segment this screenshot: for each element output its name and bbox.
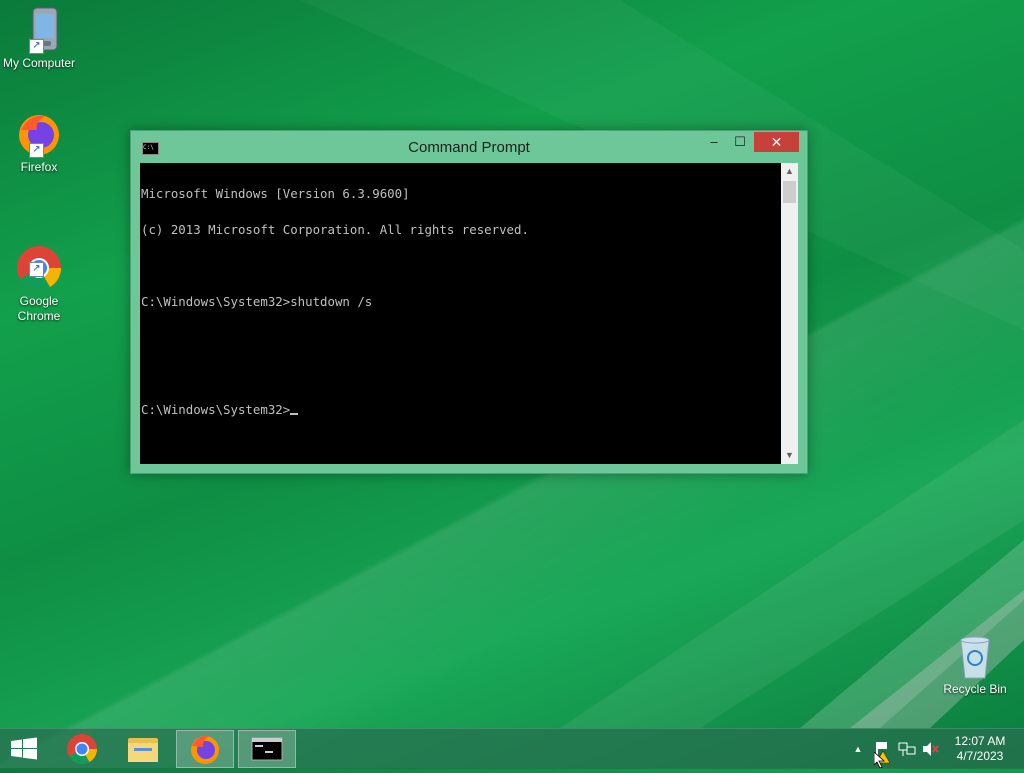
desktop-icon-my-computer[interactable]: ↗ My Computer: [0, 6, 78, 71]
minimize-button[interactable]: –: [701, 132, 727, 152]
shortcut-arrow-icon: ↗: [29, 143, 44, 158]
console-line: C:\Windows\System32>shutdown /s: [141, 294, 373, 309]
desktop-icon-label: My Computer: [2, 56, 76, 70]
desktop-icon-recycle-bin[interactable]: Recycle Bin: [936, 632, 1014, 697]
volume-muted-icon[interactable]: [920, 729, 940, 769]
taskbar-firefox[interactable]: [176, 730, 234, 768]
console-prompt: C:\Windows\System32>: [141, 402, 291, 417]
scroll-down-button[interactable]: ▼: [781, 447, 798, 464]
start-button[interactable]: [0, 730, 48, 768]
taskbar-file-explorer[interactable]: [114, 730, 172, 768]
chrome-icon: ↗: [15, 229, 63, 290]
command-prompt-icon: [251, 737, 283, 761]
taskbar: ▲ 12:07 AM 4/7/2023: [0, 728, 1024, 769]
recycle-bin-icon: [951, 632, 999, 680]
console-line: (c) 2013 Microsoft Corporation. All righ…: [141, 222, 529, 237]
maximize-button[interactable]: ☐: [727, 132, 753, 152]
desktop-icon-firefox[interactable]: ↗ Firefox: [0, 110, 78, 175]
vertical-scrollbar[interactable]: ▲ ▼: [781, 163, 798, 464]
scroll-thumb[interactable]: [783, 181, 796, 203]
chrome-icon: [67, 734, 97, 765]
folder-icon: [128, 738, 158, 762]
command-prompt-window[interactable]: C:\ Command Prompt – ☐ ✕ Microsoft Windo…: [130, 130, 808, 474]
console-output[interactable]: Microsoft Windows [Version 6.3.9600] (c)…: [140, 163, 781, 464]
desktop-icon-label: Firefox: [20, 160, 58, 174]
scroll-up-button[interactable]: ▲: [781, 163, 798, 180]
network-icon[interactable]: [896, 729, 918, 769]
windows-logo-icon: [11, 737, 37, 760]
clock-time: 12:07 AM: [954, 734, 1006, 748]
taskbar-clock[interactable]: 12:07 AM 4/7/2023: [940, 734, 1020, 764]
firefox-icon: [191, 735, 219, 764]
console-prompt-line: C:\Windows\System32>: [141, 402, 781, 417]
taskbar-chrome[interactable]: [53, 730, 111, 768]
my-computer-icon: ↗: [15, 6, 63, 54]
desktop-icon-label: Google Chrome: [17, 294, 61, 323]
desktop-icon-google-chrome[interactable]: ↗ Google Chrome: [0, 214, 78, 339]
desktop-icon-label: Recycle Bin: [943, 682, 1007, 696]
show-hidden-icons-button[interactable]: ▲: [848, 729, 868, 769]
firefox-icon: ↗: [15, 110, 63, 158]
window-titlebar[interactable]: C:\ Command Prompt – ☐ ✕: [131, 131, 807, 162]
shortcut-arrow-icon: ↗: [29, 39, 44, 54]
mouse-cursor-icon: [874, 752, 886, 768]
text-cursor: [290, 413, 299, 415]
close-button[interactable]: ✕: [754, 132, 799, 152]
taskbar-command-prompt[interactable]: [238, 730, 296, 768]
clock-date: 4/7/2023: [956, 749, 1004, 763]
console-line: Microsoft Windows [Version 6.3.9600]: [141, 186, 410, 201]
shortcut-arrow-icon: ↗: [29, 262, 44, 277]
